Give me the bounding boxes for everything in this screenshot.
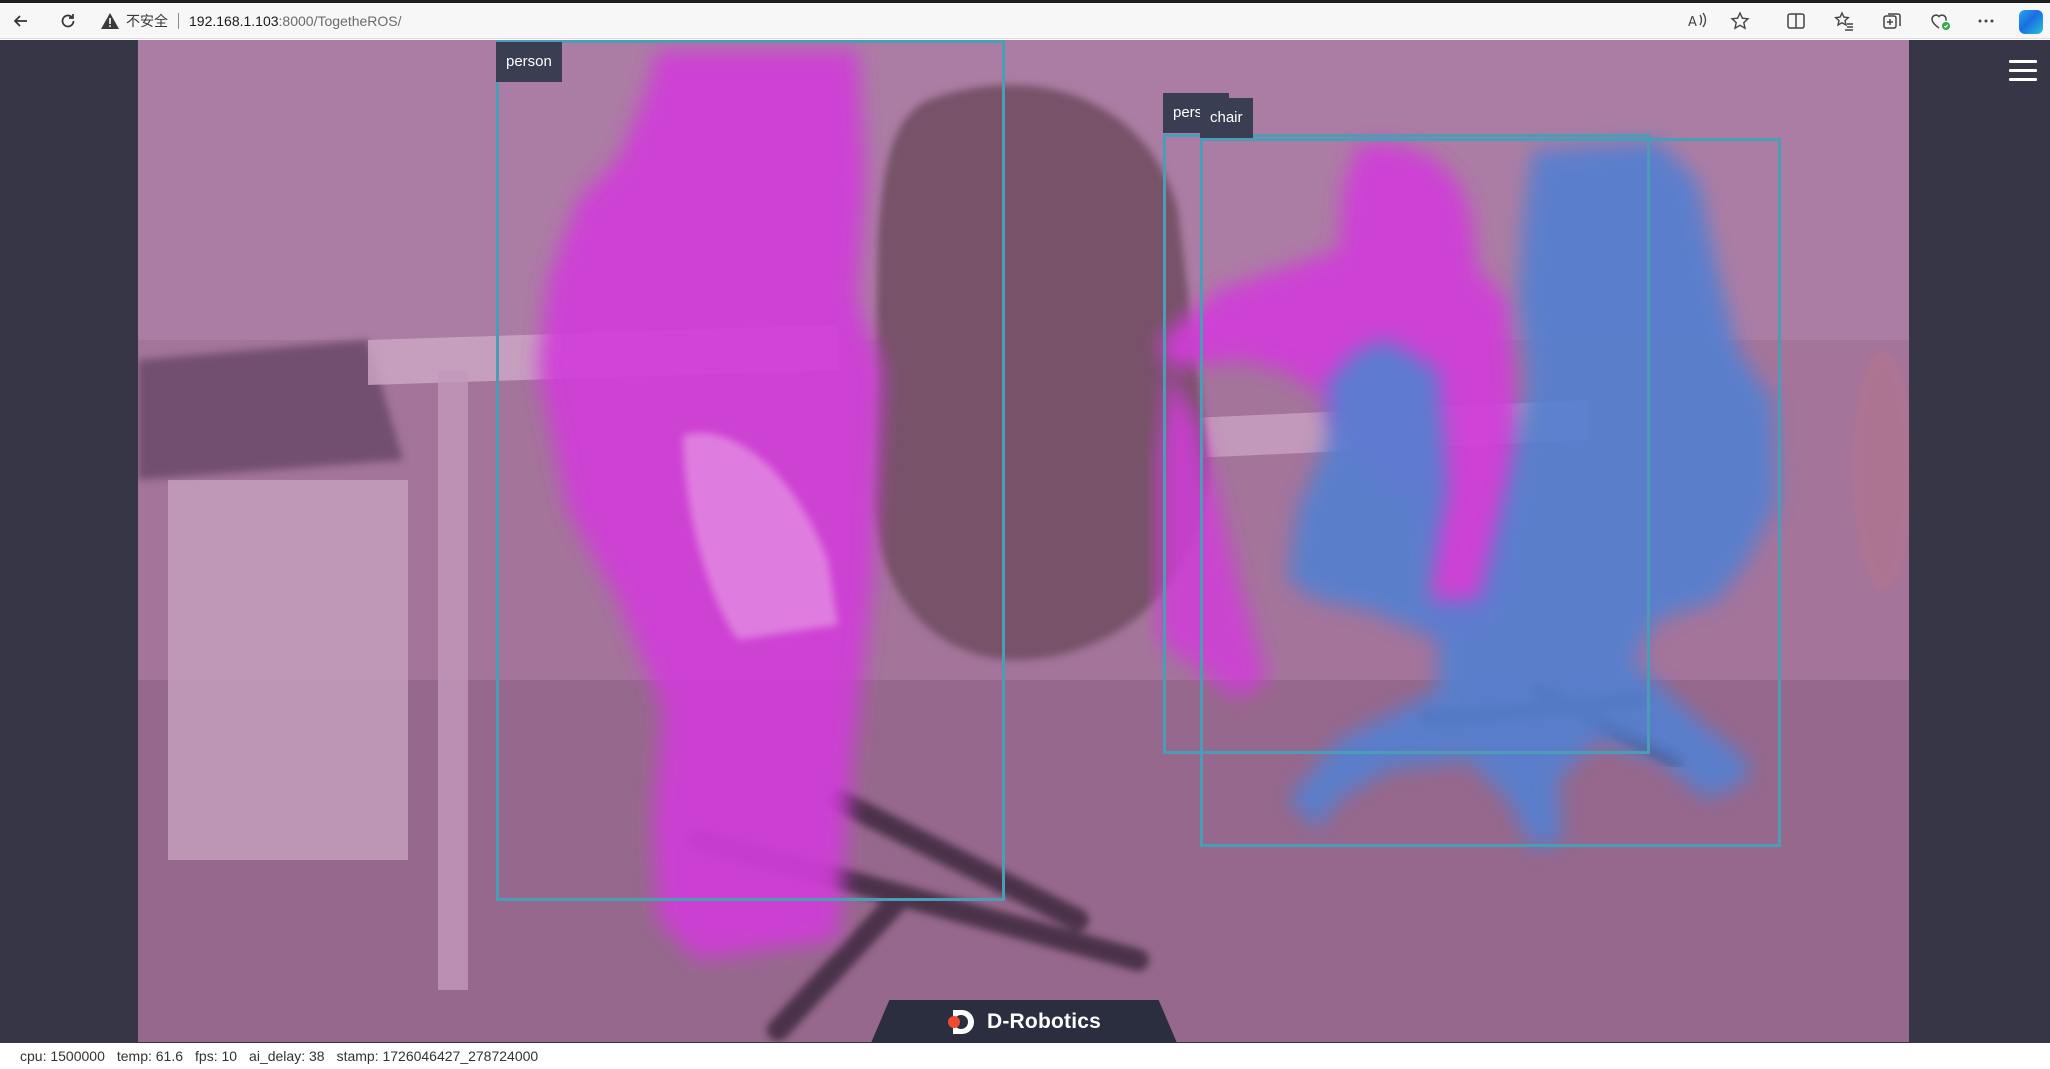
browser-toolbar: 不安全 192.168.1.103:8000/TogetheROS/ A [0,3,2050,39]
brand-tab[interactable]: D-Robotics [871,1000,1177,1043]
detection-box-chair[interactable] [1200,138,1781,847]
address-separator [178,13,179,29]
read-aloud-icon[interactable]: A [1686,9,1710,33]
collections-icon[interactable] [1880,9,1904,33]
status-ai-delay: ai_delay: 38 [249,1048,325,1064]
brand-name: D-Robotics [987,1009,1101,1033]
warning-icon[interactable] [100,11,120,31]
more-icon[interactable] [1974,9,1998,33]
page-viewport: person person chair D-Robotics [0,40,2050,1043]
status-cpu: cpu: 1500000 [20,1048,105,1064]
hamburger-menu-icon[interactable] [2009,58,2039,84]
refresh-icon[interactable] [56,9,80,33]
status-fps: fps: 10 [195,1048,238,1064]
url-path: :8000/TogetheROS/ [278,13,402,29]
url-host: 192.168.1.103 [189,13,279,29]
favorites-icon[interactable] [1832,9,1856,33]
svg-text:A: A [1688,15,1697,30]
status-stamp: stamp: 1726046427_278724000 [336,1048,539,1064]
status-bar: cpu: 1500000 temp: 61.6 fps: 10 ai_delay… [0,1043,2050,1069]
address-bar[interactable]: 不安全 192.168.1.103:8000/TogetheROS/ [100,7,1760,35]
split-screen-icon[interactable] [1784,9,1808,33]
security-label[interactable]: 不安全 [126,11,168,31]
detection-label-person-1: person [496,42,562,82]
detection-box-person-1[interactable] [496,40,1005,901]
detection-label-chair: chair [1200,98,1253,138]
browser-essentials-icon[interactable] [1928,9,1952,33]
copilot-icon[interactable] [2019,10,2043,34]
d-robotics-logo [947,1007,977,1037]
favorite-star-icon[interactable] [1728,9,1752,33]
camera-stream: person person chair [138,40,1909,1042]
back-icon[interactable] [9,9,33,33]
status-temp: temp: 61.6 [116,1048,184,1064]
